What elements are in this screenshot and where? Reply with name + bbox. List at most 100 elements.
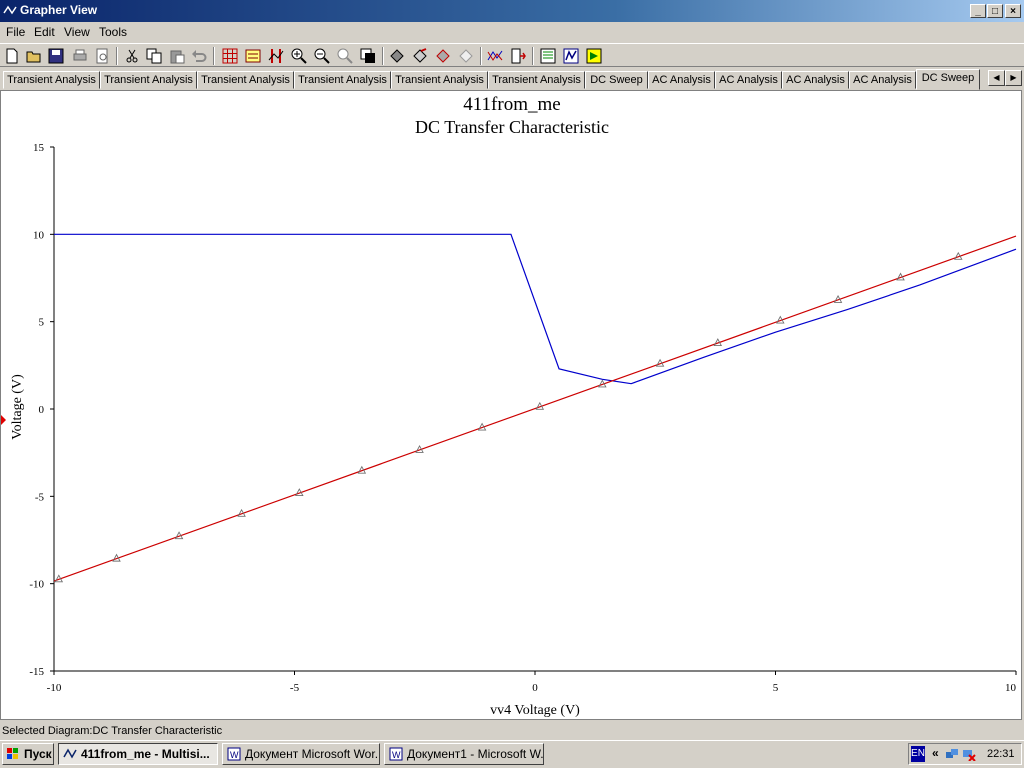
y-tick-label: 5 (39, 317, 45, 329)
task-multisim[interactable]: 411from_me - Multisi... (58, 743, 218, 765)
tab-transient-analysis-1[interactable]: Transient Analysis (3, 71, 100, 89)
network-disconnected-icon[interactable] (962, 747, 976, 761)
tab-label: Transient Analysis (492, 74, 581, 86)
tab-transient-analysis-4[interactable]: Transient Analysis (294, 71, 391, 89)
tab-ac-analysis-2[interactable]: AC Analysis (715, 71, 782, 89)
task-word-doc-1[interactable]: W Документ Microsoft Wor... (222, 743, 380, 765)
save-icon[interactable] (48, 48, 64, 64)
tab-scroll-right-button[interactable]: ▶ (1005, 70, 1022, 86)
y-tick-label: 10 (33, 229, 45, 241)
dc-transfer-chart[interactable]: 411from_me DC Transfer Characteristic -1… (1, 91, 1021, 719)
zoom-full-icon[interactable] (337, 48, 353, 64)
x-tick-label: 5 (773, 682, 779, 694)
close-button[interactable]: × (1005, 4, 1021, 18)
arrow-left-icon: ◀ (993, 73, 1000, 82)
task-word-doc-2[interactable]: W Документ1 - Microsoft W... (384, 743, 544, 765)
paste-icon[interactable] (169, 48, 185, 64)
x-tick-label: -5 (290, 682, 300, 694)
print-icon[interactable] (72, 48, 88, 64)
tab-scroll-left-button[interactable]: ◀ (988, 70, 1005, 86)
status-bar: Selected Diagram:DC Transfer Characteris… (0, 724, 1024, 740)
tab-transient-analysis-6[interactable]: Transient Analysis (488, 71, 585, 89)
y-tick-label: -5 (35, 491, 45, 503)
grapher-app-icon[interactable] (3, 4, 17, 16)
menu-file[interactable]: File (6, 25, 25, 39)
export-measurements-icon[interactable] (510, 48, 526, 64)
y-tick-label: 0 (39, 404, 45, 416)
chart-title: 411from_me (463, 94, 560, 115)
x-tick-label: 0 (532, 682, 538, 694)
menu-view[interactable]: View (64, 25, 90, 39)
maximize-icon: □ (991, 6, 999, 17)
windows-logo-icon (7, 747, 18, 759)
y-tick-label: -10 (29, 579, 44, 591)
tab-label: DC Sweep (921, 72, 975, 84)
tab-ac-analysis-4[interactable]: AC Analysis (849, 71, 916, 89)
menu-edit[interactable]: Edit (34, 25, 55, 39)
cursors-icon[interactable] (268, 48, 284, 64)
reverse-colors-icon[interactable] (360, 48, 376, 64)
language-indicator[interactable]: EN (911, 746, 925, 762)
menu-tools[interactable]: Tools (99, 25, 127, 39)
minimize-button[interactable]: _ (970, 4, 986, 18)
tab-dc-sweep-1[interactable]: DC Sweep (585, 71, 648, 89)
zoom-out-icon[interactable] (314, 48, 330, 64)
chart-subtitle: DC Transfer Characteristic (415, 117, 609, 137)
tab-label: Transient Analysis (395, 74, 484, 86)
cut-icon[interactable] (124, 48, 140, 64)
start-button[interactable]: Пуск (2, 743, 54, 765)
tab-label: AC Analysis (786, 74, 845, 86)
open-icon[interactable] (26, 48, 42, 64)
toolbar (0, 43, 1024, 67)
word-document-icon: W (389, 747, 403, 761)
series-line-2 (53, 235, 1017, 582)
print-preview-icon[interactable] (94, 48, 110, 64)
grid-icon[interactable] (222, 48, 238, 64)
minimize-icon: _ (975, 6, 981, 17)
legend-icon[interactable] (245, 48, 261, 64)
tab-dc-sweep-2[interactable]: DC Sweep (916, 69, 980, 90)
copy-icon[interactable] (146, 48, 162, 64)
new-icon[interactable] (4, 48, 20, 64)
maximize-button[interactable]: □ (987, 4, 1003, 18)
x-axis-label: vv4 Voltage (V) (490, 703, 580, 718)
add-trace-icon[interactable] (389, 48, 405, 64)
tab-label: Transient Analysis (7, 74, 96, 86)
start-label: Пуск (24, 747, 52, 761)
tab-label: Transient Analysis (298, 74, 387, 86)
tab-transient-analysis-5[interactable]: Transient Analysis (391, 71, 488, 89)
tab-label: DC Sweep (590, 74, 643, 86)
tray-expand-button[interactable]: « (932, 746, 939, 760)
tab-label: Transient Analysis (201, 74, 290, 86)
export-mathcad-icon[interactable] (540, 48, 556, 64)
toolbar-separator (213, 47, 215, 65)
word-document-icon: W (227, 747, 241, 761)
invert-icon[interactable] (435, 48, 451, 64)
window-title: Grapher View (20, 3, 98, 17)
tab-ac-analysis-1[interactable]: AC Analysis (648, 71, 715, 89)
undo-icon[interactable] (191, 48, 207, 64)
tab-strip: Transient Analysis Transient Analysis Tr… (0, 69, 1024, 90)
multisim-app-icon (63, 748, 77, 759)
zoom-in-icon[interactable] (291, 48, 307, 64)
tab-label: AC Analysis (652, 74, 711, 86)
task-label: Документ Microsoft Wor... (245, 747, 380, 761)
tab-transient-analysis-3[interactable]: Transient Analysis (197, 71, 294, 89)
arrow-right-icon: ▶ (1010, 73, 1017, 82)
graph-panel[interactable]: 411from_me DC Transfer Characteristic -1… (0, 90, 1022, 720)
export-excel-icon[interactable] (487, 48, 503, 64)
tab-ac-analysis-3[interactable]: AC Analysis (782, 71, 849, 89)
network-icon[interactable] (945, 747, 959, 761)
tab-label: AC Analysis (853, 74, 912, 86)
toolbar-separator (532, 47, 534, 65)
export-labview-icon[interactable] (586, 48, 602, 64)
select-marks-icon[interactable] (412, 48, 428, 64)
menu-bar: File Edit View Tools (0, 22, 1024, 42)
tab-transient-analysis-2[interactable]: Transient Analysis (100, 71, 197, 89)
export-lvm-icon[interactable] (563, 48, 579, 64)
series-line-1 (54, 233, 1017, 385)
toolbar-separator (116, 47, 118, 65)
overlay-traces-icon[interactable] (458, 48, 474, 64)
x-tick-label: 10 (1005, 682, 1017, 694)
svg-text:W: W (392, 750, 401, 760)
